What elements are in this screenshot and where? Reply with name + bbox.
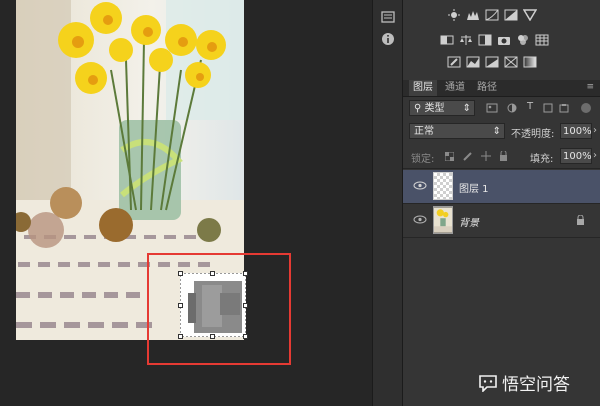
selective-color-icon[interactable] [504,56,518,68]
adjustments-row-1 [447,9,537,23]
lock-icon [577,215,584,225]
filter-adjustment-icon[interactable] [507,103,517,113]
blend-row: 正常 ⇕ 不透明度: 100% › [403,121,600,141]
layer-row-1[interactable]: 图层 1 [403,170,600,203]
tab-paths[interactable]: 路径 [473,80,501,96]
blend-mode-value: 正常 [414,126,434,137]
history-icon[interactable] [381,10,395,24]
lock-image-icon[interactable] [463,151,473,161]
panel-dock-strip [372,0,403,406]
tab-layers[interactable]: 图层 [409,80,437,96]
layer-name[interactable]: 背景 [459,214,479,229]
posterize-icon[interactable] [466,56,480,68]
layer-name[interactable]: 图层 1 [459,180,489,195]
watermark: 悟空问答 [478,370,570,395]
opacity-chevron-icon[interactable]: › [593,125,597,136]
color-lookup-icon[interactable] [535,34,549,46]
vibrance-icon[interactable] [523,9,537,21]
eye-icon[interactable] [413,181,427,190]
hue-saturation-icon[interactable] [440,34,454,46]
canvas-area[interactable] [0,0,372,406]
invert-icon[interactable] [447,56,461,68]
opacity-input[interactable]: 100% [560,123,592,139]
adjustments-row-2 [440,34,549,48]
filter-pixel-icon[interactable] [486,103,498,113]
levels-icon[interactable] [466,9,480,21]
brightness-icon[interactable] [447,9,461,21]
filter-smart-object-icon[interactable] [559,103,569,113]
fill-input[interactable]: 100% [560,148,592,164]
lock-transparency-icon[interactable] [445,152,454,161]
lock-label: 锁定: [411,154,435,165]
chat-bubble-icon [479,374,497,392]
exposure-icon[interactable] [504,9,518,21]
filter-kind-dropdown[interactable]: ⚲ 类型 ⇕ [409,100,475,116]
chevron-updown-icon: ⇕ [492,126,501,137]
black-white-icon[interactable] [478,34,492,46]
highlight-box [147,253,291,365]
eye-icon[interactable] [413,215,427,224]
blend-mode-dropdown[interactable]: 正常 ⇕ [409,123,505,139]
separator [403,237,600,238]
layer-filter-row: ⚲ 类型 ⇕ T [403,98,600,118]
filter-type-icon[interactable]: T [527,101,533,112]
curves-icon[interactable] [485,9,499,21]
separator [403,168,600,169]
filter-toggle-switch[interactable] [581,103,591,113]
channel-mixer-icon[interactable] [516,34,530,46]
lock-position-icon[interactable] [481,151,491,161]
filter-kind-label: 类型 [424,103,445,114]
tab-channels[interactable]: 通道 [441,80,469,96]
lock-all-icon[interactable] [499,151,508,161]
layer-thumbnail [433,206,453,234]
filter-shape-icon[interactable] [543,103,553,113]
info-icon[interactable] [381,32,395,46]
fill-chevron-icon[interactable]: › [593,150,597,161]
photo-filter-icon[interactable] [497,34,511,46]
layer-thumbnail [433,172,453,200]
layer-row-background[interactable]: 背景 [403,204,600,237]
color-balance-icon[interactable] [459,34,473,46]
panel-menu-icon[interactable]: ≡ [586,82,594,92]
watermark-text: 悟空问答 [502,375,570,395]
opacity-label: 不透明度: [511,129,555,140]
threshold-icon[interactable] [485,56,499,68]
search-icon: ⚲ [414,103,422,114]
adjustments-row-3 [447,56,537,70]
gradient-map-icon[interactable] [523,56,537,68]
lock-row: 锁定: 填充: 100% › [403,146,600,166]
fill-label: 填充: [530,154,554,165]
layers-panel-tabs: 图层 通道 路径 ≡ [403,80,600,97]
chevron-updown-icon: ⇕ [462,103,471,114]
